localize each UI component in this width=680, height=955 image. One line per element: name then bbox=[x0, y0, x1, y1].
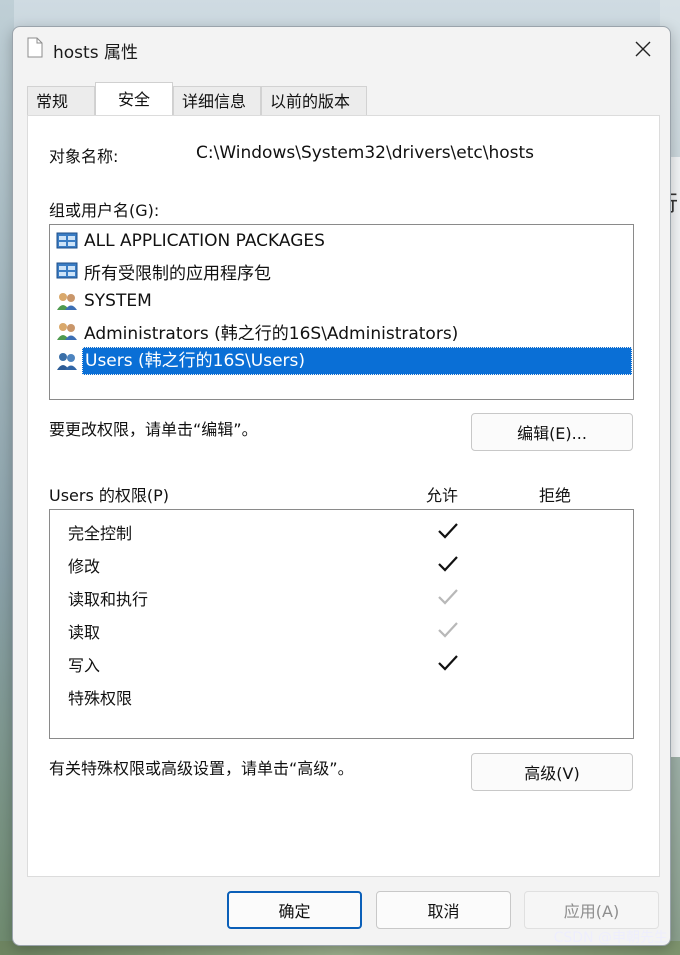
file-icon bbox=[27, 37, 43, 58]
object-name-value: C:\Windows\System32\drivers\etc\hosts bbox=[196, 143, 535, 163]
tab-general[interactable]: 常规 bbox=[27, 86, 95, 115]
permission-name: 读取和执行 bbox=[68, 590, 149, 609]
group-name: ALL APPLICATION PACKAGES bbox=[84, 231, 325, 251]
object-name-label: 对象名称: bbox=[49, 147, 119, 166]
groups-label: 组或用户名(G): bbox=[49, 201, 160, 220]
edit-button[interactable]: 编辑(E)... bbox=[471, 413, 633, 451]
group-name: 所有受限制的应用程序包 bbox=[84, 263, 271, 284]
list-item[interactable]: ALL APPLICATION PACKAGES bbox=[54, 227, 632, 255]
permission-row: 读取和执行 bbox=[50, 581, 633, 614]
ok-button[interactable]: 确定 bbox=[227, 891, 362, 929]
advanced-hint: 有关特殊权限或高级设置，请单击“高级”。 bbox=[49, 759, 354, 778]
permissions-label: Users 的权限(P) bbox=[49, 486, 170, 505]
tab-previous-versions[interactable]: 以前的版本 bbox=[261, 86, 367, 115]
checkmark-icon bbox=[438, 556, 458, 572]
checkmark-inherited-icon bbox=[438, 622, 458, 638]
users-group-icon bbox=[57, 323, 77, 340]
users-group-icon bbox=[57, 293, 77, 310]
group-name: Administrators (韩之行的16S\Administrators) bbox=[84, 323, 459, 344]
permissions-list: 完全控制 修改 读取和执行 读取 写入 特殊权限 bbox=[49, 509, 634, 739]
app-package-icon bbox=[56, 232, 78, 249]
groups-listbox[interactable]: ALL APPLICATION PACKAGES 所有受限制的应用程序包 SYS… bbox=[49, 224, 634, 400]
properties-dialog: hosts 属性 常规 安全 详细信息 以前的版本 对象名称: C:\Windo… bbox=[12, 26, 671, 946]
cancel-button[interactable]: 取消 bbox=[376, 891, 511, 929]
tab-details[interactable]: 详细信息 bbox=[173, 86, 261, 115]
allow-column-header: 允许 bbox=[426, 486, 459, 505]
window-title: hosts 属性 bbox=[53, 43, 138, 63]
permission-row: 完全控制 bbox=[50, 515, 633, 548]
permission-name: 写入 bbox=[68, 656, 101, 675]
group-name: SYSTEM bbox=[84, 291, 152, 311]
permission-row: 写入 bbox=[50, 647, 633, 680]
edit-hint: 要更改权限，请单击“编辑”。 bbox=[49, 420, 258, 439]
apply-button[interactable]: 应用(A) bbox=[524, 891, 659, 929]
permission-name: 完全控制 bbox=[68, 524, 133, 543]
list-item[interactable]: Administrators (韩之行的16S\Administrators) bbox=[54, 317, 632, 345]
checkmark-inherited-icon bbox=[438, 589, 458, 605]
list-item[interactable]: 所有受限制的应用程序包 bbox=[54, 257, 632, 285]
permission-name: 修改 bbox=[68, 557, 101, 576]
title-bar: hosts 属性 bbox=[13, 27, 670, 71]
advanced-button[interactable]: 高级(V) bbox=[471, 753, 633, 791]
users-group-icon bbox=[57, 353, 77, 370]
permission-name: 特殊权限 bbox=[68, 689, 133, 708]
permission-name: 读取 bbox=[68, 623, 101, 642]
app-package-icon bbox=[56, 262, 78, 279]
watermark: CSDN @申朝先生 bbox=[553, 930, 668, 946]
checkmark-icon bbox=[438, 523, 458, 539]
close-button[interactable] bbox=[626, 33, 660, 65]
security-panel: 对象名称: C:\Windows\System32\drivers\etc\ho… bbox=[27, 115, 660, 877]
permission-row: 修改 bbox=[50, 548, 633, 581]
group-name: Users (韩之行的16S\Users) bbox=[82, 347, 632, 375]
list-item[interactable]: SYSTEM bbox=[54, 287, 632, 315]
deny-column-header: 拒绝 bbox=[539, 486, 572, 505]
list-item-selected[interactable]: Users (韩之行的16S\Users) bbox=[54, 347, 632, 375]
checkmark-icon bbox=[438, 655, 458, 671]
tab-security[interactable]: 安全 bbox=[95, 82, 173, 115]
close-icon bbox=[635, 41, 651, 57]
permission-row: 读取 bbox=[50, 614, 633, 647]
permission-row: 特殊权限 bbox=[50, 680, 633, 713]
